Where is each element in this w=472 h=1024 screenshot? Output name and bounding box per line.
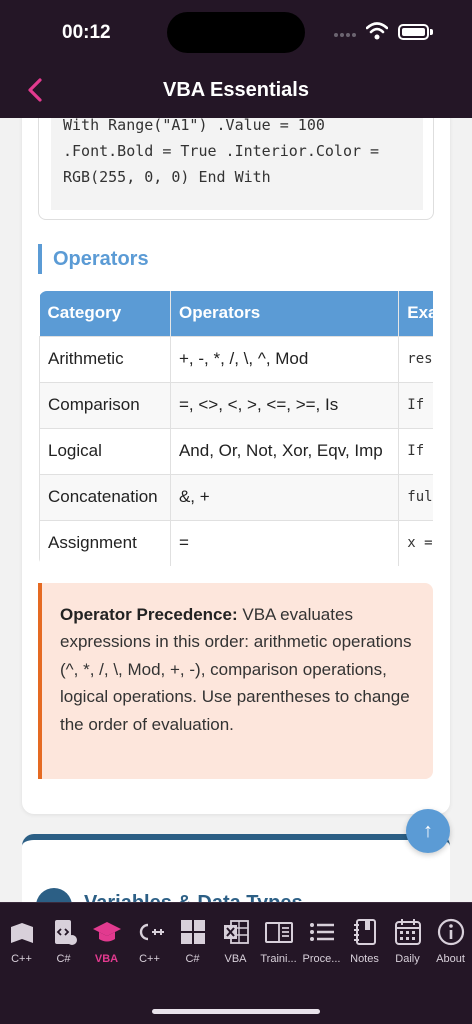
table-row: Logical And, Or, Not, Xor, Eqv, Imp If [39,427,433,475]
tab-label: Notes [350,953,379,965]
table-row: Assignment = x = [39,519,433,566]
tab-training[interactable]: Traini... [257,917,300,965]
operators-table-container[interactable]: Category Operators Exa Arithmetic +, -, … [39,291,433,566]
battery-tip [430,29,433,35]
tab-about[interactable]: About [429,917,472,965]
cell-operators: =, <>, <, >, <=, >=, Is [169,381,400,429]
cell-category: Comparison [39,381,171,429]
tab-csharp-2[interactable]: C# [171,917,214,965]
tab-notes[interactable]: Notes [343,917,386,965]
section-heading-operators: Operators [38,244,149,274]
cell-category: Assignment [39,519,171,566]
grid-icon [180,920,205,944]
cell-category: Concatenation [39,473,171,521]
tab-cpp-2[interactable]: C++ [128,917,171,965]
cell-operators: And, Or, Not, Xor, Eqv, Imp [169,427,400,475]
status-time: 00:12 [62,22,111,43]
battery-icon [398,24,429,40]
notebook-icon [353,919,376,945]
operators-table: Category Operators Exa Arithmetic +, -, … [39,291,433,566]
cell-operators: +, -, *, /, \, ^, Mod [169,335,400,383]
note-text: VBA evaluates expressions in this order:… [60,605,412,734]
home-indicator[interactable] [152,1009,320,1014]
content-card: With Range("A1") .Value = 100 .Font.Bold… [22,118,450,814]
page-title: VBA Essentials [163,79,309,101]
excel-icon [223,920,249,944]
column-header-operators: Operators [170,291,400,336]
cell-operators: = [169,519,400,566]
tab-label: Daily [395,953,420,965]
graduation-cap-icon [92,922,121,942]
precedence-note: Operator Precedence: VBA evaluates expre… [38,583,433,779]
tab-procedures[interactable]: Proce... [300,917,343,965]
scroll-to-top-button[interactable]: ↑ [406,809,450,853]
tab-label: VBA [94,953,119,965]
note-label: Operator Precedence: [60,605,238,624]
dynamic-island [167,12,305,53]
cell-example: x = [398,519,433,566]
info-icon [437,918,464,946]
cell-example: If [398,427,433,475]
section-icon [36,888,72,902]
tab-vba-2[interactable]: VBA [214,917,257,965]
column-header-example: Exa [398,291,433,336]
tab-vba[interactable]: VBA [85,917,128,965]
tab-csharp[interactable]: C# [42,917,85,965]
cell-operators: &, + [169,473,400,521]
tab-label: About [436,953,465,965]
book-icon [10,923,33,943]
tab-label: C# [56,953,71,965]
table-row: Comparison =, <>, <, >, <=, >=, Is If [39,381,433,429]
bottom-tab-bar: C++ C# VBA C++ C# VBA Traini... Proce...… [0,902,472,1024]
calendar-icon [394,919,421,945]
tab-daily[interactable]: Daily [386,917,429,965]
column-header-category: Category [39,291,171,336]
cell-example: If [398,381,433,429]
next-section-card: Variables & Data Types [22,834,450,902]
tab-label: Traini... [260,953,297,965]
content-scroll-area[interactable]: With Range("A1") .Value = 100 .Font.Bold… [0,118,472,902]
cellular-signal-icon [334,33,356,37]
table-header-row: Category Operators Exa [39,291,433,336]
cell-example: res [398,335,433,383]
cell-example: ful [398,473,433,521]
code-block: With Range("A1") .Value = 100 .Font.Bold… [51,118,423,210]
tab-label: C++ [139,953,160,965]
table-row: Concatenation &, + ful [39,473,433,521]
top-bar: 00:12 VBA Essentials [0,0,472,118]
table-row: Arithmetic +, -, *, /, \, ^, Mod res [39,335,433,383]
cell-category: Logical [39,427,171,475]
next-section-title: Variables & Data Types [84,892,303,902]
open-book-icon [264,922,293,943]
cpp-plus-icon [139,923,164,941]
list-icon [309,923,334,941]
tab-label: Proce... [302,953,341,965]
tab-label: C# [185,953,200,965]
tab-cpp[interactable]: C++ [0,917,43,965]
tab-label: VBA [224,953,247,965]
cell-category: Arithmetic [39,335,171,383]
wifi-icon [366,22,388,40]
code-book-icon [54,920,77,945]
code-example-container: With Range("A1") .Value = 100 .Font.Bold… [38,118,434,220]
tab-label: C++ [11,953,32,965]
